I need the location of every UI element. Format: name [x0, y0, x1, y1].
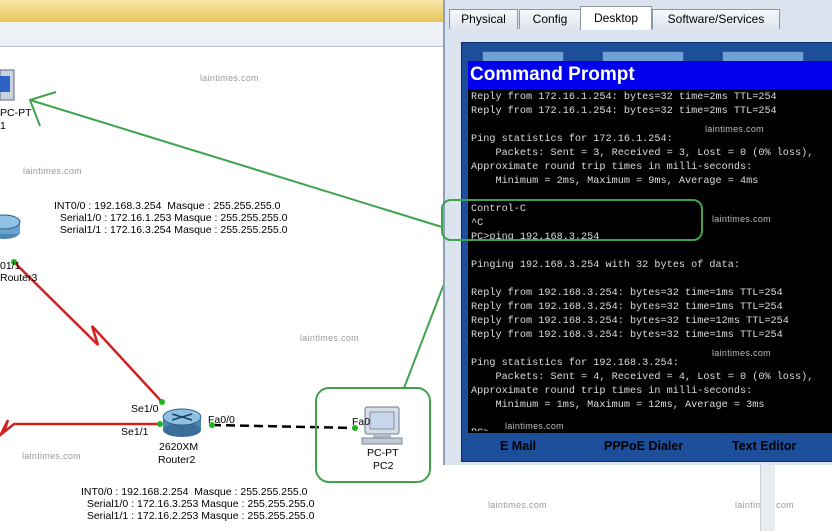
cmd-output-line: Approximate round trip times in milli-se…	[471, 386, 753, 397]
watermark: laintimes.com	[200, 73, 259, 83]
watermark: laintimes.com	[712, 214, 771, 224]
router2-name-label: Router2	[158, 454, 196, 466]
router2-model-label: 2620XM	[159, 441, 199, 453]
tab-physical[interactable]: Physical	[449, 9, 518, 29]
router2-se11-label: Se1/1	[121, 426, 149, 438]
router3-port-label: 01/1	[0, 260, 21, 272]
command-prompt-title: Command Prompt	[468, 61, 832, 89]
cmd-output-line: Approximate round trip times in milli-se…	[471, 162, 753, 173]
watermark: laintimes.com	[705, 124, 764, 134]
router3-icon: ✕	[0, 214, 21, 239]
router2-se10-label: Se1/0	[131, 403, 159, 415]
ping-command-highlight-annotation	[441, 199, 703, 241]
cmd-output-line: Reply from 192.168.3.254: bytes=32 time=…	[471, 330, 783, 341]
router2-notes: INT0/0 : 192.168.2.254 Masque : 255.255.…	[81, 486, 315, 522]
command-prompt-output[interactable]: Reply from 172.16.1.254: bytes=32 time=2…	[471, 91, 832, 431]
watermark: laintimes.com	[712, 348, 771, 358]
pc-window-tabs: Physical Config Desktop Software/Service…	[445, 6, 832, 30]
pppoe-dialer-app-button[interactable]: PPPoE Dialer	[604, 439, 683, 453]
cmd-output-line: Ping statistics for 192.168.3.254:	[471, 358, 679, 369]
router2-icon	[162, 408, 202, 437]
cmd-output-line: Minimum = 2ms, Maximum = 9ms, Average = …	[471, 176, 759, 187]
cmd-output-line: Reply from 192.168.3.254: bytes=32 time=…	[471, 302, 783, 313]
watermark: laintimes.com	[488, 500, 547, 510]
cmd-output-line: Packets: Sent = 3, Received = 3, Lost = …	[471, 148, 814, 159]
router2-fa00-label: Fa0/0	[208, 414, 235, 426]
pc2-highlight-annotation	[315, 387, 431, 483]
cmd-output-line	[471, 343, 832, 357]
cmd-output-line	[471, 119, 832, 133]
watermark: laintimes.com	[505, 421, 564, 431]
cmd-output-line: Ping statistics for 172.16.1.254:	[471, 134, 673, 145]
cmd-output-line: Packets: Sent = 4, Received = 4, Lost = …	[471, 372, 814, 383]
cmd-output-line: Reply from 172.16.1.254: bytes=32 time=2…	[471, 106, 777, 117]
cmd-output-line: Reply from 192.168.3.254: bytes=32 time=…	[471, 288, 783, 299]
cmd-output-line: Reply from 172.16.1.254: bytes=32 time=2…	[471, 92, 777, 103]
pc-top-icon	[0, 69, 15, 101]
router3-name-label: Router3	[0, 272, 38, 284]
tab-desktop[interactable]: Desktop	[580, 6, 652, 30]
cmd-output-line: Reply from 192.168.3.254: bytes=32 time=…	[471, 316, 789, 327]
router3-notes: INT0/0 : 192.168.3.254 Masque : 255.255.…	[54, 200, 288, 236]
desktop-bottom-apps: E Mail PPPoE Dialer Text Editor	[462, 435, 832, 461]
text-editor-app-button[interactable]: Text Editor	[732, 439, 796, 453]
workspace-scrollbar[interactable]	[760, 462, 775, 531]
cmd-output-line	[471, 245, 832, 259]
pc-top-name-label: 1	[0, 120, 6, 132]
tab-config[interactable]: Config	[519, 9, 581, 29]
svg-text:✕: ✕	[0, 218, 1, 227]
tab-software-services[interactable]: Software/Services	[652, 9, 780, 29]
watermark: laintimes.com	[22, 451, 81, 461]
command-prompt-window[interactable]: Command Prompt Reply from 172.16.1.254: …	[468, 61, 832, 433]
email-app-button[interactable]: E Mail	[500, 439, 536, 453]
cmd-output-line: Pinging 192.168.3.254 with 32 bytes of d…	[471, 260, 740, 271]
cmd-output-line: Minimum = 1ms, Maximum = 12ms, Average =…	[471, 400, 765, 411]
watermark: laintimes.com	[23, 166, 82, 176]
desktop-panel: Command Prompt Reply from 172.16.1.254: …	[461, 42, 832, 462]
cmd-output-line	[471, 273, 832, 287]
watermark: laintimes.com	[300, 333, 359, 343]
pc-top-model-label: PC-PT	[0, 107, 32, 119]
